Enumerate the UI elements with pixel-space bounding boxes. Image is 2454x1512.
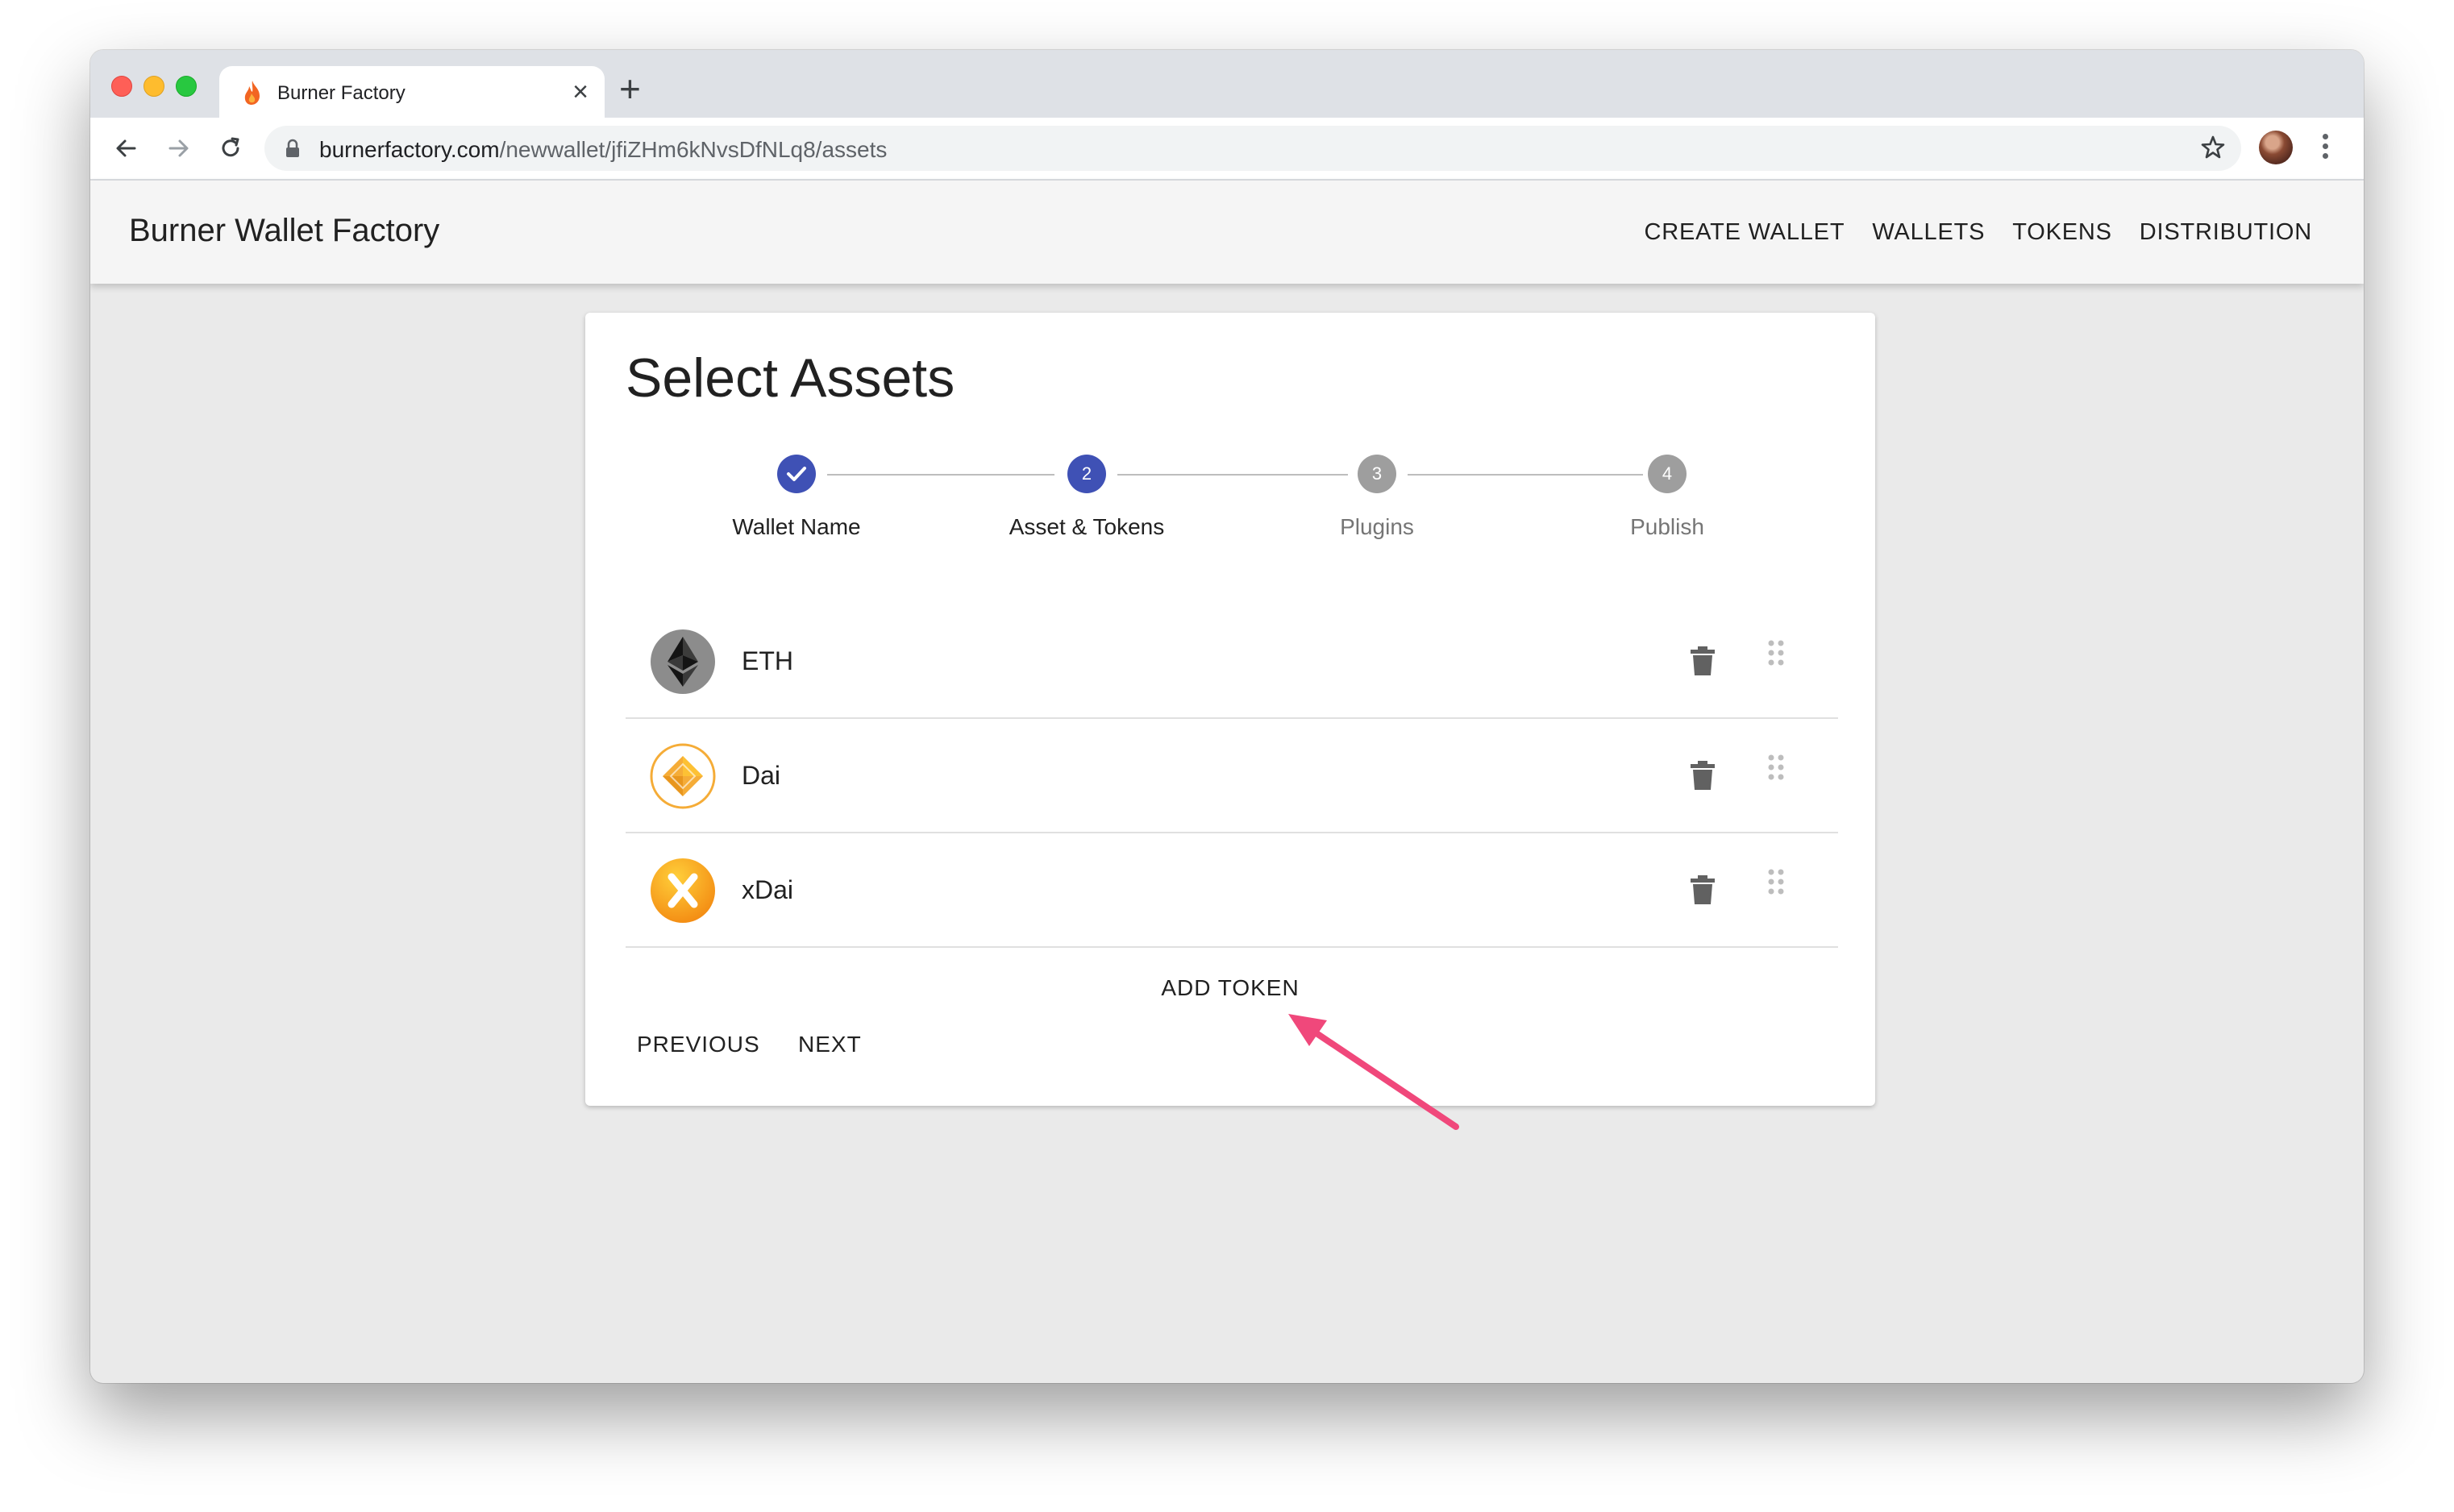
new-tab-button[interactable]: + — [619, 69, 641, 108]
browser-menu-icon[interactable] — [2320, 131, 2330, 166]
xdai-icon — [651, 858, 715, 923]
checkmark-icon — [787, 467, 806, 481]
asset-row-xdai: xDai — [626, 833, 1838, 948]
asset-name: xDai — [742, 875, 794, 904]
asset-name: ETH — [742, 646, 793, 675]
flame-icon — [244, 81, 260, 105]
step-1-circle[interactable] — [777, 455, 816, 493]
asset-list: ETH Dai xDai — [626, 604, 1838, 948]
lock-icon — [286, 139, 299, 157]
bookmark-star-icon[interactable] — [2199, 134, 2227, 161]
step-3-circle[interactable]: 3 — [1358, 455, 1396, 493]
browser-window: Burner Factory × + burnerfactory.com/new… — [90, 50, 2364, 1383]
app-nav: CREATE WALLET WALLETS TOKENS DISTRIBUTIO… — [1644, 219, 2312, 246]
trash-icon[interactable] — [1688, 645, 1717, 677]
nav-wallets[interactable]: WALLETS — [1872, 219, 1985, 246]
next-button[interactable]: NEXT — [798, 1032, 862, 1057]
select-assets-card: Select Assets 2 3 4 Wallet Name Asset & … — [585, 313, 1875, 1106]
tab-title: Burner Factory — [277, 82, 406, 104]
previous-button[interactable]: PREVIOUS — [637, 1032, 760, 1057]
asset-row-eth: ETH — [626, 604, 1838, 719]
stepper: 2 3 4 Wallet Name Asset & Tokens Plugins… — [585, 448, 1875, 545]
browser-toolbar: burnerfactory.com/newwallet/jfiZHm6kNvsD… — [90, 118, 2364, 181]
trash-icon[interactable] — [1688, 874, 1717, 906]
drag-handle-icon[interactable] — [1766, 638, 1786, 671]
eth-icon — [651, 629, 715, 694]
add-token-button[interactable]: ADD TOKEN — [585, 975, 1875, 1001]
close-window-button[interactable] — [111, 76, 132, 97]
url-text: burnerfactory.com/newwallet/jfiZHm6kNvsD… — [319, 137, 887, 163]
tab-close-icon[interactable]: × — [572, 76, 589, 108]
step-1-label: Wallet Name — [732, 514, 861, 539]
asset-name: Dai — [742, 761, 781, 790]
step-4-circle[interactable]: 4 — [1648, 455, 1687, 493]
step-4-label: Publish — [1630, 514, 1704, 539]
app-bar: Burner Wallet Factory CREATE WALLET WALL… — [90, 181, 2364, 284]
reload-icon[interactable] — [214, 132, 247, 164]
back-arrow-icon[interactable] — [110, 132, 142, 164]
step-connector — [827, 474, 1054, 476]
step-connector — [1408, 474, 1643, 476]
step-2-circle[interactable]: 2 — [1067, 455, 1106, 493]
drag-handle-icon[interactable] — [1766, 867, 1786, 899]
url-domain: burnerfactory.com — [319, 137, 500, 162]
step-3-label: Plugins — [1340, 514, 1414, 539]
step-2-label: Asset & Tokens — [1009, 514, 1165, 539]
trash-icon[interactable] — [1688, 759, 1717, 791]
url-path: /newwallet/jfiZHm6kNvsDfNLq8/assets — [499, 137, 888, 162]
page-title: Select Assets — [626, 347, 955, 409]
drag-handle-icon[interactable] — [1766, 753, 1786, 785]
address-bar[interactable]: burnerfactory.com/newwallet/jfiZHm6kNvsD… — [264, 126, 2241, 171]
profile-avatar[interactable] — [2259, 131, 2293, 164]
tab-strip: Burner Factory × + — [90, 50, 2364, 118]
forward-arrow-icon[interactable] — [163, 132, 195, 164]
minimize-window-button[interactable] — [143, 76, 164, 97]
browser-tab[interactable]: Burner Factory × — [219, 66, 605, 118]
nav-tokens[interactable]: TOKENS — [2012, 219, 2112, 246]
nav-distribution[interactable]: DISTRIBUTION — [2140, 219, 2312, 246]
nav-create-wallet[interactable]: CREATE WALLET — [1644, 219, 1845, 246]
zoom-window-button[interactable] — [176, 76, 197, 97]
step-connector — [1117, 474, 1348, 476]
app-title: Burner Wallet Factory — [129, 213, 440, 248]
asset-row-dai: Dai — [626, 719, 1838, 833]
dai-icon — [650, 743, 716, 809]
